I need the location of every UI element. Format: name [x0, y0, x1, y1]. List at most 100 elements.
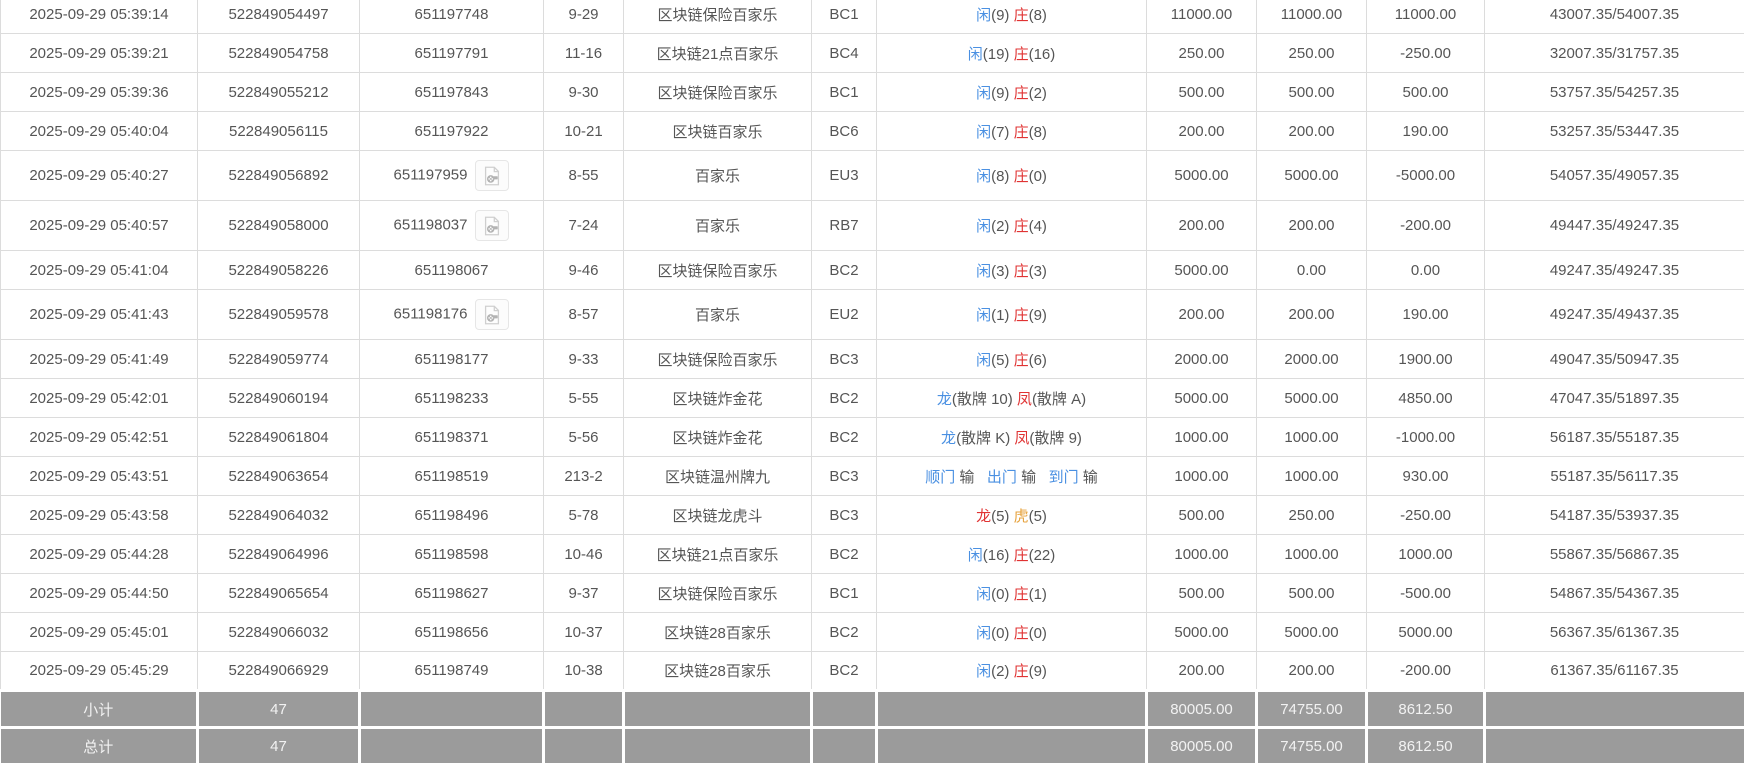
result-segment: (1): [991, 307, 1014, 324]
win-loss: 190.00: [1367, 290, 1485, 340]
balance: 54867.35/54367.35: [1485, 574, 1744, 613]
table-code: BC2: [812, 418, 877, 457]
bet-time: 2025-09-29 05:40:04: [1, 112, 198, 151]
table-row: 2025-09-29 05:40:04 522849056115 6511979…: [1, 112, 1744, 151]
bet-amount[interactable]: 11000.00: [1147, 0, 1257, 34]
result-segment: (散牌 K): [956, 430, 1014, 447]
bet-id: 522849060194: [198, 379, 360, 418]
valid-amount: 1000.00: [1257, 457, 1367, 496]
bet-amount[interactable]: 500.00: [1147, 496, 1257, 535]
round-id: 651198177: [415, 351, 489, 368]
game-result: 闲(8) 庄(0): [877, 151, 1147, 201]
video-file-icon: [481, 165, 503, 187]
result-segment: (9): [1029, 663, 1047, 680]
video-replay-button[interactable]: [475, 210, 509, 241]
bet-amount[interactable]: 200.00: [1147, 652, 1257, 691]
table-round: 5-56: [544, 418, 624, 457]
round-id: 651198519: [415, 468, 489, 485]
result-segment: 庄: [1014, 168, 1029, 185]
game-result: 龙(散牌 K) 凤(散牌 9): [877, 418, 1147, 457]
bet-time: 2025-09-29 05:39:36: [1, 73, 198, 112]
game-name: 区块链炸金花: [624, 418, 812, 457]
bet-amount[interactable]: 1000.00: [1147, 535, 1257, 574]
bet-amount[interactable]: 1000.00: [1147, 418, 1257, 457]
table-code: BC4: [812, 34, 877, 73]
bet-amount[interactable]: 5000.00: [1147, 251, 1257, 290]
game-result: 闲(0) 庄(0): [877, 613, 1147, 652]
footer-empty-cell: [812, 691, 877, 728]
result-segment: (散牌 9): [1029, 430, 1082, 447]
video-replay-button[interactable]: [475, 299, 509, 330]
video-replay-button[interactable]: [475, 160, 509, 191]
result-segment: 庄: [1014, 663, 1029, 680]
table-round: 5-78: [544, 496, 624, 535]
balance: 54187.35/53937.35: [1485, 496, 1744, 535]
result-segment: (2): [991, 663, 1014, 680]
balance: 49047.35/50947.35: [1485, 340, 1744, 379]
win-loss: 1000.00: [1367, 535, 1485, 574]
bet-amount[interactable]: 250.00: [1147, 34, 1257, 73]
footer-empty-cell: [360, 691, 544, 728]
footer-empty-cell: [624, 728, 812, 763]
valid-amount: 200.00: [1257, 652, 1367, 691]
round-id-cell: 651198496: [360, 496, 544, 535]
bet-amount[interactable]: 200.00: [1147, 201, 1257, 251]
round-id-cell: 651198627: [360, 574, 544, 613]
round-id-cell: 651197748: [360, 0, 544, 34]
game-name: 区块链21点百家乐: [624, 34, 812, 73]
bet-amount[interactable]: 500.00: [1147, 73, 1257, 112]
bet-amount[interactable]: 2000.00: [1147, 340, 1257, 379]
bet-id: 522849056892: [198, 151, 360, 201]
game-name: 区块链保险百家乐: [624, 73, 812, 112]
balance: 56367.35/61367.35: [1485, 613, 1744, 652]
game-result: 闲(2) 庄(9): [877, 652, 1147, 691]
bet-amount[interactable]: 5000.00: [1147, 613, 1257, 652]
bet-amount[interactable]: 200.00: [1147, 112, 1257, 151]
footer-bet-total: 80005.00: [1147, 691, 1257, 728]
result-segment: 输: [1079, 469, 1098, 486]
bet-id: 522849059774: [198, 340, 360, 379]
game-result: 龙(5) 虎(5): [877, 496, 1147, 535]
bet-time: 2025-09-29 05:39:14: [1, 0, 198, 34]
win-loss: 0.00: [1367, 251, 1485, 290]
round-id-cell: 651197922: [360, 112, 544, 151]
footer-winloss-total: 8612.50: [1367, 728, 1485, 763]
balance: 53257.35/53447.35: [1485, 112, 1744, 151]
win-loss: 1900.00: [1367, 340, 1485, 379]
game-result: 闲(1) 庄(9): [877, 290, 1147, 340]
balance: 55867.35/56867.35: [1485, 535, 1744, 574]
bet-amount[interactable]: 500.00: [1147, 574, 1257, 613]
result-segment: (3): [991, 263, 1014, 280]
win-loss: -200.00: [1367, 201, 1485, 251]
bet-amount[interactable]: 5000.00: [1147, 151, 1257, 201]
bet-amount[interactable]: 1000.00: [1147, 457, 1257, 496]
round-id: 651198496: [415, 507, 489, 524]
footer-empty-cell: [624, 691, 812, 728]
round-id: 651198176: [394, 305, 468, 322]
game-result: 闲(7) 庄(8): [877, 112, 1147, 151]
footer-valid-total: 74755.00: [1257, 691, 1367, 728]
table-round: 10-38: [544, 652, 624, 691]
table-round: 5-55: [544, 379, 624, 418]
footer-count: 47: [198, 691, 360, 728]
result-segment: 庄: [1014, 352, 1029, 369]
bet-amount[interactable]: 200.00: [1147, 290, 1257, 340]
table-round: 9-37: [544, 574, 624, 613]
bet-amount[interactable]: 5000.00: [1147, 379, 1257, 418]
result-segment: 闲: [968, 547, 983, 564]
game-result: 顺门 输 出门 输 到门 输: [877, 457, 1147, 496]
valid-amount: 500.00: [1257, 73, 1367, 112]
game-name: 区块链龙虎斗: [624, 496, 812, 535]
result-segment: 庄: [1014, 307, 1029, 324]
bet-id: 522849054758: [198, 34, 360, 73]
round-id-cell: 651198067: [360, 251, 544, 290]
win-loss: -200.00: [1367, 652, 1485, 691]
win-loss: 4850.00: [1367, 379, 1485, 418]
valid-amount: 0.00: [1257, 251, 1367, 290]
result-segment: (3): [1029, 263, 1047, 280]
table-row: 2025-09-29 05:41:43 522849059578 6511981…: [1, 290, 1744, 340]
footer-balance-cell: [1485, 691, 1744, 728]
table-code: BC1: [812, 73, 877, 112]
win-loss: 500.00: [1367, 73, 1485, 112]
game-result: 闲(9) 庄(8): [877, 0, 1147, 34]
